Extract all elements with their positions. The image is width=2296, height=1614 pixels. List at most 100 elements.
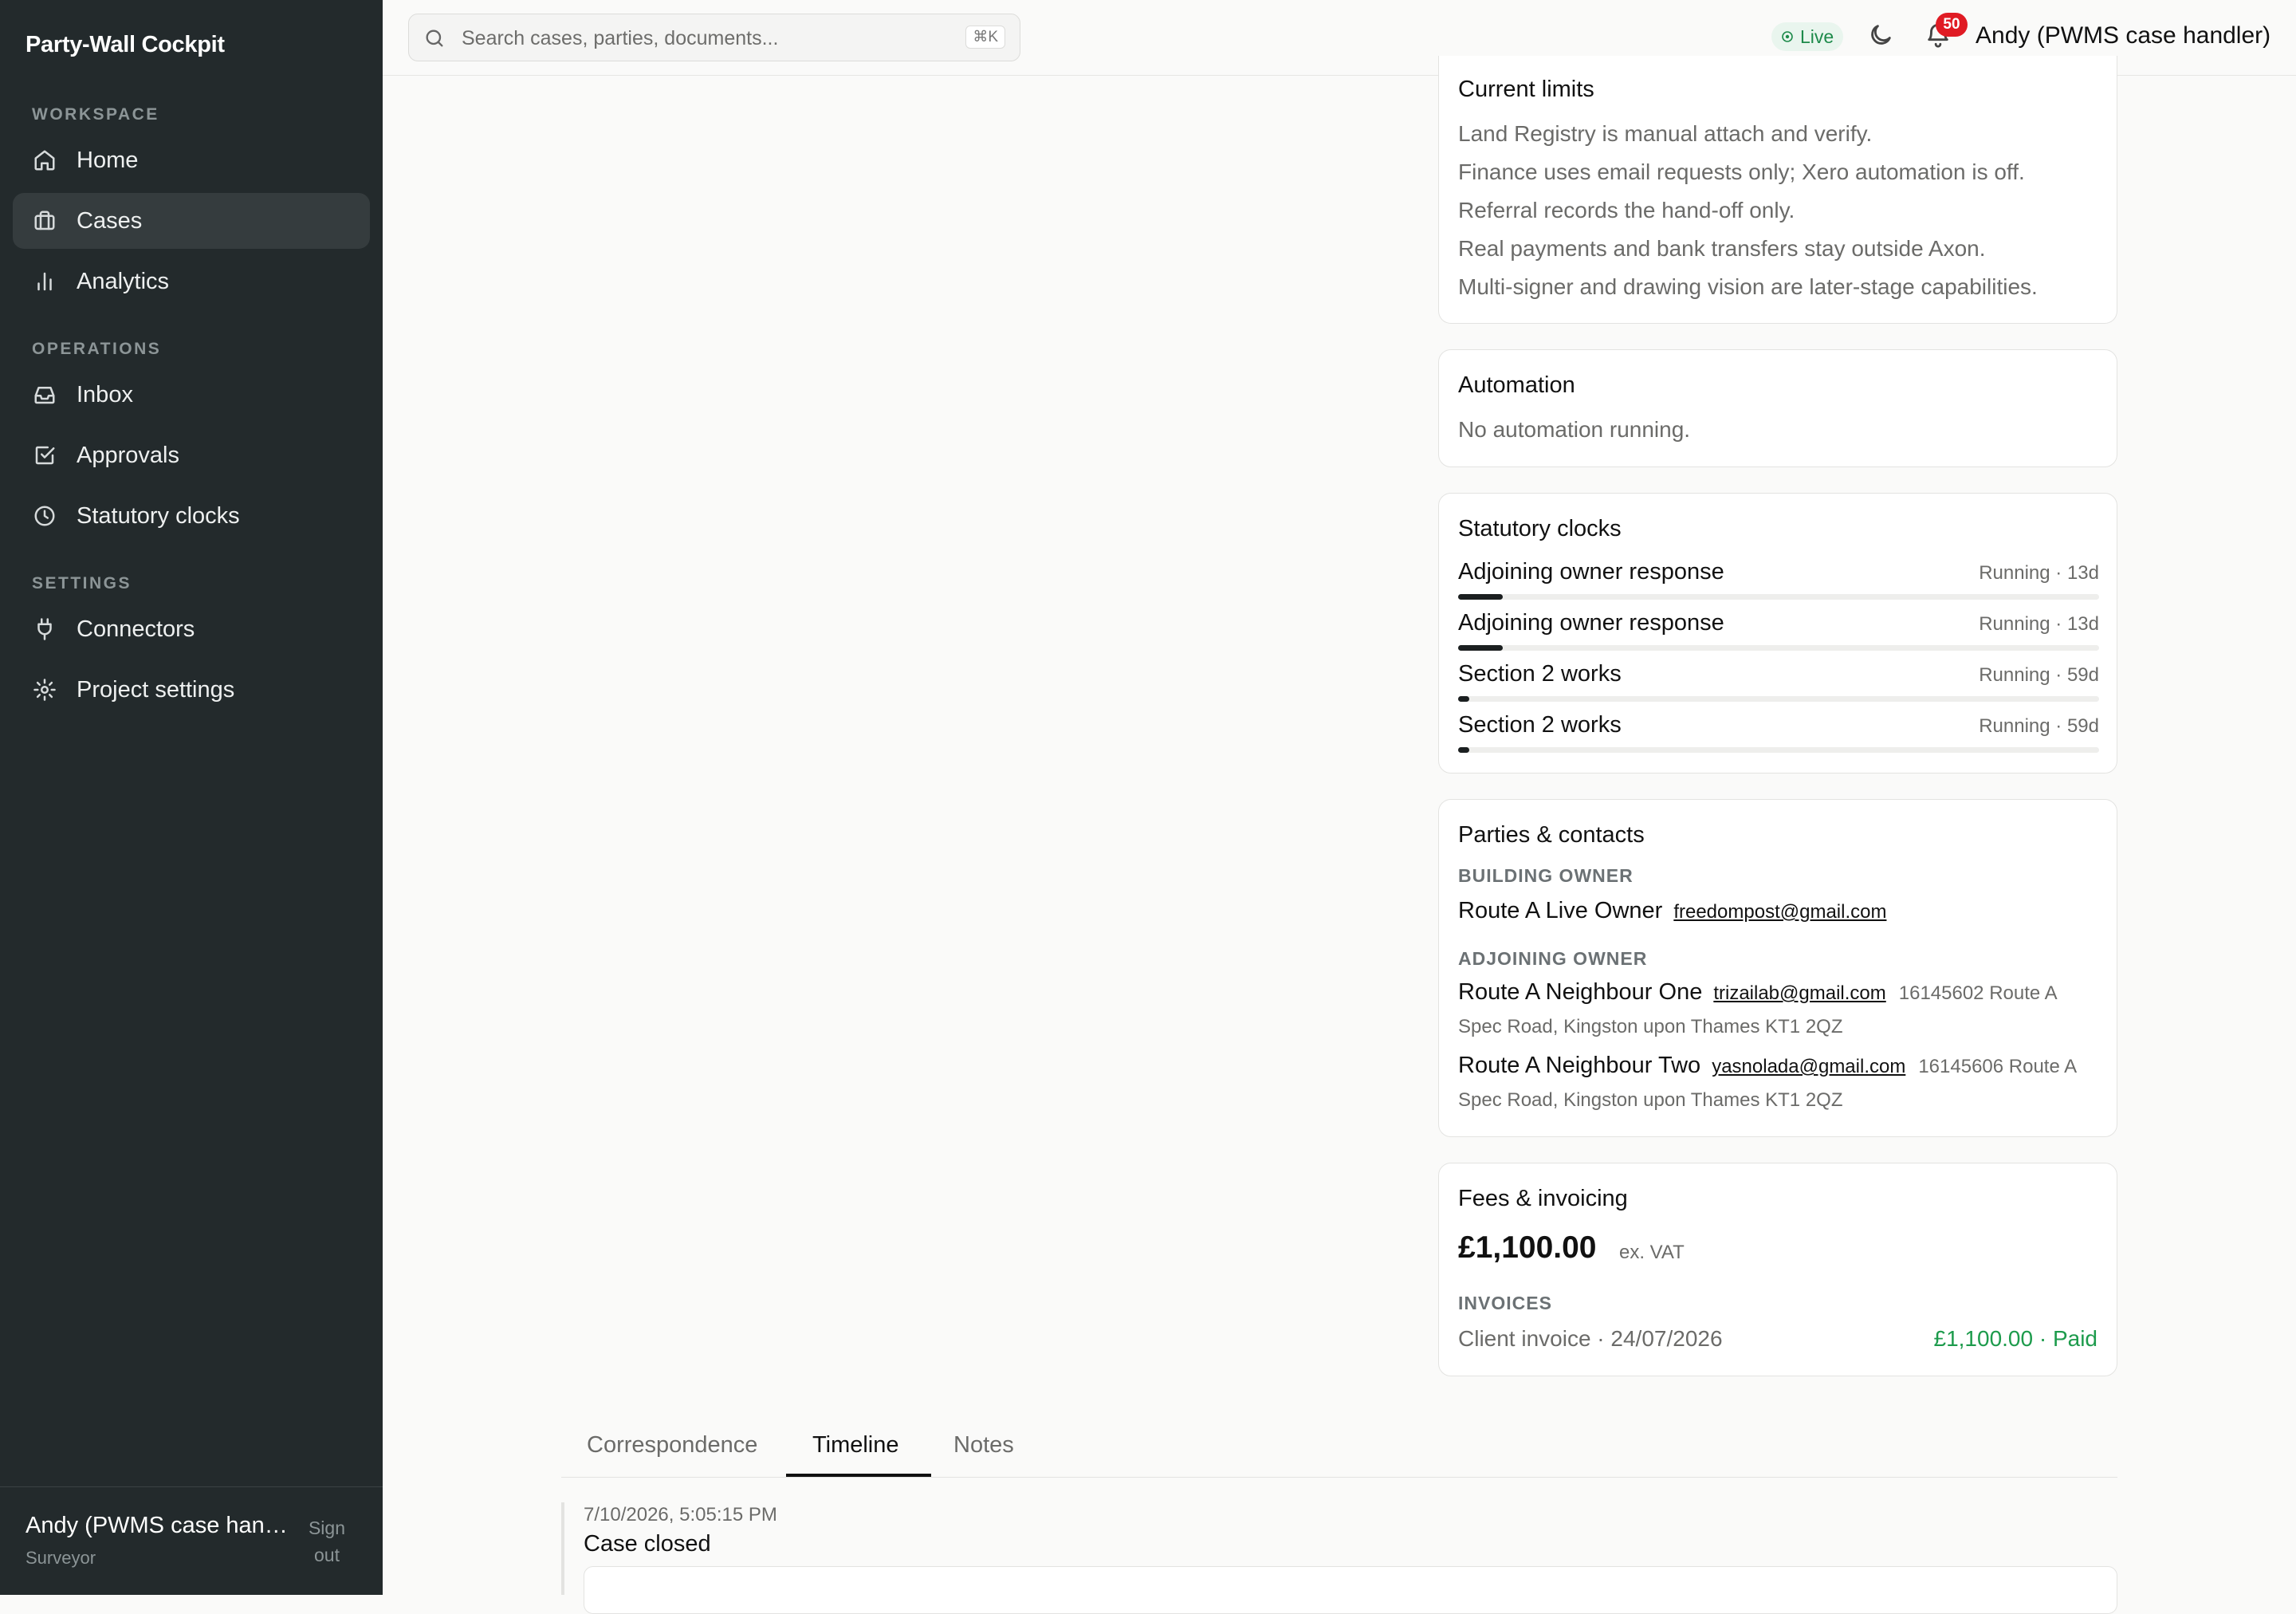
fee-vat-note: ex. VAT (1619, 1242, 1685, 1263)
briefcase-icon (32, 208, 57, 234)
sidebar-item-label: Analytics (77, 268, 170, 294)
clock-progress-fill (1458, 696, 1469, 702)
party-name: Route A Neighbour One (1458, 979, 1703, 1005)
sidebar-item-home[interactable]: Home (13, 132, 370, 188)
clock-label: Section 2 works (1458, 712, 1622, 738)
clock-label: Adjoining owner response (1458, 559, 1724, 585)
party-role-label: ADJOINING OWNER (1458, 948, 1648, 969)
party-name: Route A Neighbour Two (1458, 1053, 1701, 1078)
limit-line: Land Registry is manual attach and verif… (1458, 121, 1873, 146)
home-icon (32, 148, 57, 173)
sidebar-item-label: Approvals (77, 442, 179, 468)
timeline-rail (561, 1502, 564, 1595)
clock-status: Running · 59d (1979, 664, 2099, 686)
parties-contacts-card: Parties & contacts BUILDING OWNER Route … (1438, 799, 2117, 1137)
party-role-label: BUILDING OWNER (1458, 865, 1634, 886)
card-title: Automation (1458, 372, 1575, 398)
clock-label: Adjoining owner response (1458, 610, 1724, 636)
card-title: Statutory clocks (1458, 516, 1622, 541)
limit-line: Referral records the hand-off only. (1458, 198, 1795, 222)
case-detail-tabs: Correspondence Timeline Notes (561, 1416, 2117, 1478)
invoices-label: INVOICES (1458, 1293, 1552, 1313)
check-square-icon (32, 443, 57, 468)
tab-correspondence[interactable]: Correspondence (587, 1432, 757, 1459)
card-title: Parties & contacts (1458, 822, 1645, 848)
current-limits-card: Current limits Land Registry is manual a… (1438, 56, 2117, 324)
card-title: Fees & invoicing (1458, 1186, 1628, 1211)
clock-progress-track (1458, 645, 2099, 651)
clock-label: Section 2 works (1458, 661, 1622, 687)
inbox-icon (32, 382, 57, 407)
notification-count-badge: 50 (1936, 13, 1968, 37)
invoice-status: £1,100.00 · Paid (1933, 1326, 2098, 1351)
app-brand[interactable]: Party-Wall Cockpit (26, 32, 225, 58)
live-status-badge: Live (1771, 22, 1844, 51)
party-entry: Route A Live Owner freedompost@gmail.com (1458, 894, 2101, 929)
sign-out-button[interactable]: Sign out (295, 1514, 359, 1569)
user-menu-button[interactable]: Andy (PWMS case handler) (1976, 22, 2270, 49)
clock-progress-track (1458, 594, 2099, 600)
sidebar-item-label: Project settings (77, 676, 235, 703)
active-tab-indicator (786, 1474, 931, 1477)
clock-icon (32, 503, 57, 529)
timeline-event-title: Case closed (584, 1531, 711, 1557)
timeline-timestamp: 7/10/2026, 5:05:15 PM (584, 1504, 777, 1525)
sidebar-item-label: Cases (77, 207, 143, 234)
sidebar-footer: Andy (PWMS case handler) Surveyor Sign o… (0, 1486, 383, 1596)
gear-icon (32, 677, 57, 703)
clock-progress-track (1458, 747, 2099, 753)
party-entry: Route A Neighbour One trizailab@gmail.com… (1458, 975, 2101, 1044)
footer-user-name: Andy (PWMS case handler) (26, 1513, 289, 1538)
sidebar-item-label: Inbox (77, 381, 133, 407)
automation-status: No automation running. (1458, 417, 1691, 442)
footer-user-role: Surveyor (26, 1548, 96, 1568)
plug-icon (32, 616, 57, 642)
clock-progress-fill (1458, 594, 1504, 600)
fees-invoicing-card: Fees & invoicing £1,100.00 ex. VAT INVOI… (1438, 1163, 2117, 1376)
sidebar-item-analytics[interactable]: Analytics (13, 254, 370, 309)
clock-progress-fill (1458, 645, 1504, 651)
statutory-clocks-card: Statutory clocks Adjoining owner respons… (1438, 493, 2117, 774)
theme-toggle-button[interactable] (1867, 22, 1899, 53)
limit-line: Real payments and bank transfers stay ou… (1458, 236, 1986, 261)
live-dot-icon (1782, 31, 1793, 42)
clock-status: Running · 13d (1979, 562, 2099, 584)
automation-card: Automation No automation running. (1438, 349, 2117, 467)
sidebar-item-connectors[interactable]: Connectors (13, 601, 370, 657)
section-label-workspace: WORKSPACE (32, 105, 159, 124)
sidebar-item-label: Statutory clocks (77, 502, 240, 529)
party-entry: Route A Neighbour Two yasnolada@gmail.com… (1458, 1049, 2101, 1117)
clock-progress-track (1458, 696, 2099, 702)
bar-chart-icon (32, 269, 57, 294)
timeline-event-card[interactable] (584, 1566, 2117, 1614)
sidebar: Party-Wall Cockpit WORKSPACE Home Cases … (0, 0, 383, 1595)
sidebar-item-cases[interactable]: Cases (13, 193, 370, 249)
limit-line: Finance uses email requests only; Xero a… (1458, 159, 2025, 184)
live-label: Live (1800, 26, 1834, 47)
party-email-link[interactable]: freedompost@gmail.com (1673, 901, 1886, 923)
tab-timeline[interactable]: Timeline (812, 1432, 899, 1459)
sidebar-item-inbox[interactable]: Inbox (13, 367, 370, 423)
search-icon (423, 27, 446, 49)
sidebar-item-approvals[interactable]: Approvals (13, 427, 370, 483)
section-label-settings: SETTINGS (32, 574, 132, 592)
search-shortcut-hint: ⌘K (965, 26, 1005, 49)
sidebar-item-project-settings[interactable]: Project settings (13, 662, 370, 718)
clock-status: Running · 13d (1979, 613, 2099, 635)
search-box[interactable]: ⌘K (408, 14, 1020, 61)
sidebar-item-label: Connectors (77, 616, 195, 642)
party-email-link[interactable]: yasnolada@gmail.com (1712, 1056, 1905, 1077)
tab-notes[interactable]: Notes (953, 1432, 1014, 1459)
fee-amount: £1,100.00 (1458, 1230, 1597, 1265)
clock-status: Running · 59d (1979, 715, 2099, 737)
sidebar-item-statutory-clocks[interactable]: Statutory clocks (13, 488, 370, 544)
card-title: Current limits (1458, 77, 1594, 102)
sidebar-item-label: Home (77, 147, 139, 173)
search-input[interactable] (460, 22, 942, 54)
invoice-description[interactable]: Client invoice · 24/07/2026 (1458, 1326, 1723, 1352)
clock-progress-fill (1458, 747, 1469, 753)
party-email-link[interactable]: trizailab@gmail.com (1713, 982, 1885, 1004)
moon-icon (1871, 25, 1891, 45)
limit-line: Multi-signer and drawing vision are late… (1458, 274, 2038, 299)
party-name: Route A Live Owner (1458, 898, 1663, 923)
